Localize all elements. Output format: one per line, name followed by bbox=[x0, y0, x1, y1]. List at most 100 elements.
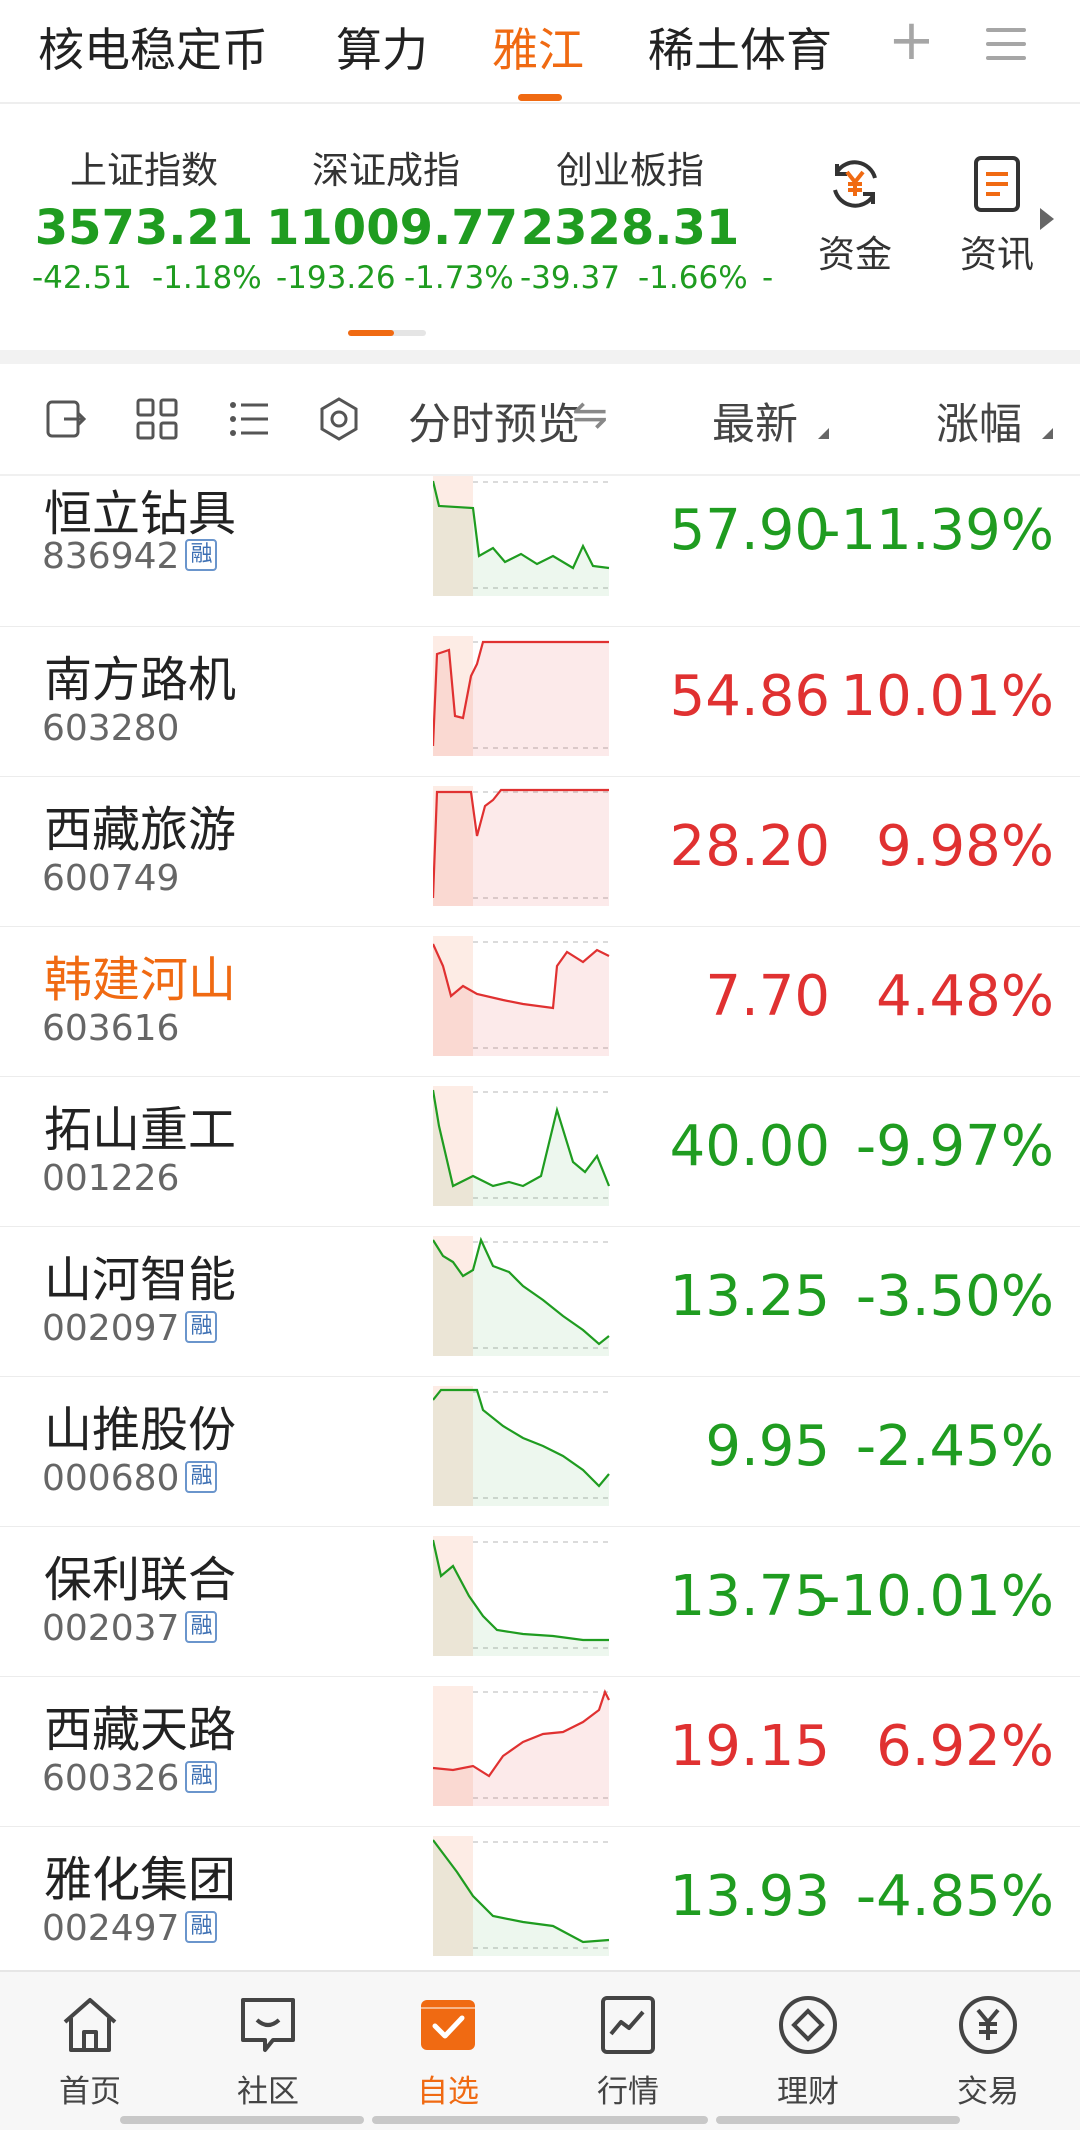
index-value: 3573.21 bbox=[34, 200, 254, 256]
stock-row[interactable]: 山河智能 002097 融 13.25 -3.50% bbox=[0, 1226, 1080, 1377]
section-divider bbox=[0, 350, 1080, 364]
market-chart-icon bbox=[601, 1996, 655, 2054]
stock-code-text: 000680 bbox=[42, 1458, 180, 1499]
stock-name: 拓山重工 bbox=[44, 1102, 237, 1158]
swap-arrows-icon[interactable]: ⇋ bbox=[572, 390, 608, 440]
sparkline-chart bbox=[433, 476, 611, 596]
stock-price: 7.70 bbox=[705, 964, 830, 1029]
margin-tag: 融 bbox=[185, 539, 218, 571]
stock-code: 001226 bbox=[42, 1158, 179, 1199]
yuan-refresh-icon bbox=[833, 160, 877, 208]
index-name: 深证成指 bbox=[312, 149, 460, 192]
tab-rare-earth-sports[interactable]: 稀土体育 bbox=[648, 14, 832, 80]
margin-tag: 融 bbox=[185, 1761, 218, 1793]
nav-trade[interactable]: 交易 bbox=[898, 1992, 1078, 2111]
stock-change-pct: -4.85% bbox=[855, 1864, 1054, 1929]
stock-price: 13.25 bbox=[669, 1264, 830, 1329]
tab-computing-power[interactable]: 算力 bbox=[336, 14, 428, 80]
list-view-icon[interactable] bbox=[226, 396, 272, 442]
watchlist-header: 分时预览 ⇋ 最新 涨幅 bbox=[0, 364, 1080, 476]
stock-price: 28.20 bbox=[669, 814, 830, 879]
stock-price: 13.93 bbox=[669, 1864, 830, 1929]
stock-change-pct: 9.98% bbox=[876, 814, 1054, 879]
stock-code: 002097 融 bbox=[42, 1308, 218, 1349]
stock-row[interactable]: 西藏天路 600326 融 19.15 6.92% bbox=[0, 1676, 1080, 1827]
shortcut-news[interactable]: 资讯 bbox=[942, 152, 1052, 278]
stock-row[interactable]: 西藏旅游 600749 28.20 9.98% bbox=[0, 776, 1080, 927]
sparkline-chart bbox=[433, 636, 611, 756]
preview-label[interactable]: 分时预览 bbox=[408, 390, 580, 452]
index-value: 11009.77 bbox=[266, 200, 519, 256]
stock-code: 603280 bbox=[42, 708, 179, 749]
sparkline-chart bbox=[433, 786, 611, 906]
system-home-indicator bbox=[372, 2116, 708, 2124]
stock-change-pct: 10.01% bbox=[840, 664, 1054, 729]
sparkline-area bbox=[433, 1390, 609, 1506]
stock-code: 836942 融 bbox=[42, 536, 218, 577]
index-change: -193.26 bbox=[276, 260, 396, 296]
index-name: 创业板指 bbox=[556, 149, 704, 192]
stock-name: 保利联合 bbox=[44, 1552, 237, 1608]
stock-row[interactable]: 韩建河山 603616 7.70 4.48% bbox=[0, 926, 1080, 1077]
nav-home[interactable]: 首页 bbox=[0, 1992, 180, 2111]
index-change: -39.37 bbox=[520, 260, 620, 296]
index-card-chinext[interactable]: 创业板指 2328.31 bbox=[510, 140, 750, 256]
stock-code-text: 002497 bbox=[42, 1908, 180, 1949]
grid-view-icon[interactable] bbox=[134, 396, 180, 442]
stock-name: 雅化集团 bbox=[44, 1852, 237, 1908]
stock-name: 山河智能 bbox=[44, 1252, 237, 1308]
margin-tag: 融 bbox=[185, 1911, 218, 1943]
stock-price: 57.90 bbox=[669, 498, 830, 563]
nav-label: 行情 bbox=[597, 2074, 659, 2110]
bottom-navigation: 首页 社区 自选 行情 理财 交易 bbox=[0, 1970, 1080, 2130]
shortcut-funds[interactable]: 资金 bbox=[800, 152, 910, 278]
stock-row[interactable]: 保利联合 002037 融 13.75 -10.01% bbox=[0, 1526, 1080, 1677]
stock-row[interactable]: 山推股份 000680 融 9.95 -2.45% bbox=[0, 1376, 1080, 1527]
stock-change-pct: 4.48% bbox=[876, 964, 1054, 1029]
trade-yuan-icon bbox=[959, 1996, 1017, 2054]
tab-yajiang[interactable]: 雅江 bbox=[492, 14, 584, 80]
tab-nuclear-stablecoin[interactable]: 核电稳定币 bbox=[38, 14, 268, 80]
stock-row[interactable]: 南方路机 603280 54.86 10.01% bbox=[0, 626, 1080, 777]
share-export-icon[interactable] bbox=[44, 396, 90, 442]
stock-code-text: 600749 bbox=[42, 858, 180, 899]
wealth-diamond-icon bbox=[779, 1996, 837, 2054]
stock-code: 000680 融 bbox=[42, 1458, 218, 1499]
chevron-right-icon[interactable] bbox=[1040, 208, 1054, 230]
stock-row[interactable]: 拓山重工 001226 40.00 -9.97% bbox=[0, 1076, 1080, 1227]
nav-community[interactable]: 社区 bbox=[178, 1992, 358, 2111]
sort-latest-button[interactable]: 最新 bbox=[712, 390, 798, 452]
stock-code: 600326 融 bbox=[42, 1758, 218, 1799]
index-name: 上证指数 bbox=[70, 149, 218, 192]
sparkline-area bbox=[433, 790, 609, 906]
stock-code-text: 002037 bbox=[42, 1608, 180, 1649]
sparkline-chart bbox=[433, 1536, 611, 1656]
stock-code: 600749 bbox=[42, 858, 179, 899]
stock-name: 恒立钻具 bbox=[44, 486, 237, 542]
plus-icon[interactable]: + bbox=[888, 8, 935, 73]
stock-code: 603616 bbox=[42, 1008, 179, 1049]
sort-change-button[interactable]: 涨幅 bbox=[936, 390, 1022, 452]
stock-price: 9.95 bbox=[705, 1414, 830, 1479]
index-card-shenzhen[interactable]: 深证成指 11009.77 bbox=[266, 140, 519, 256]
sparkline-chart bbox=[433, 1836, 611, 1956]
stock-row[interactable]: 恒立钻具 836942 融 57.90 -11.39% bbox=[0, 476, 1080, 627]
hamburger-menu-icon[interactable] bbox=[986, 24, 1026, 64]
stock-price: 13.75 bbox=[669, 1564, 830, 1629]
nav-wealth[interactable]: 理财 bbox=[718, 1992, 898, 2111]
stock-row[interactable]: 雅化集团 002497 融 13.93 -4.85% bbox=[0, 1826, 1080, 1977]
stock-price: 19.15 bbox=[669, 1714, 830, 1779]
nav-label: 首页 bbox=[59, 2074, 121, 2110]
stock-name: 韩建河山 bbox=[44, 952, 237, 1008]
index-card-shanghai[interactable]: 上证指数 3573.21 bbox=[24, 140, 264, 256]
stock-name: 南方路机 bbox=[44, 652, 237, 708]
watchlist-check-icon bbox=[421, 2000, 475, 2050]
system-home-indicator bbox=[716, 2116, 960, 2124]
stock-code-text: 002097 bbox=[42, 1308, 180, 1349]
nav-market[interactable]: 行情 bbox=[538, 1992, 718, 2111]
margin-tag: 融 bbox=[185, 1311, 218, 1343]
stock-price: 40.00 bbox=[669, 1114, 830, 1179]
system-home-indicator bbox=[120, 2116, 364, 2124]
settings-hexagon-icon[interactable] bbox=[316, 396, 362, 442]
nav-watchlist[interactable]: 自选 bbox=[358, 1992, 538, 2111]
